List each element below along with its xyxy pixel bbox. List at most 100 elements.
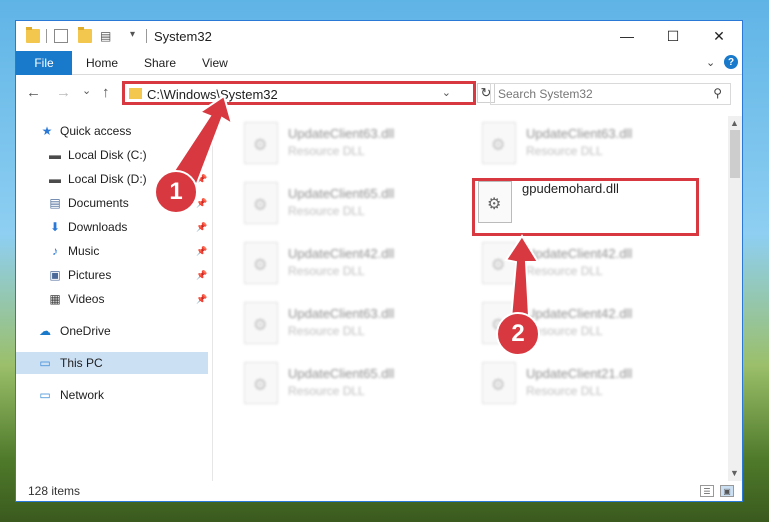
pin-icon[interactable]: 📌 <box>196 270 207 281</box>
sidebar-item-network[interactable]: ▭ Network <box>16 384 208 406</box>
maximize-button[interactable]: ☐ <box>650 21 696 51</box>
forward-button[interactable]: → <box>56 84 71 101</box>
sidebar-item-label: Music <box>68 244 100 258</box>
tab-file[interactable]: File <box>16 51 72 75</box>
file-name: UpdateClient65.dll <box>288 186 395 201</box>
step-1-badge: 1 <box>154 170 198 214</box>
sidebar-item-pictures[interactable]: ▣ Pictures 📌 <box>16 264 208 286</box>
folder-icon <box>129 88 142 99</box>
tab-view[interactable]: View <box>202 51 228 75</box>
sidebar-item-label: OneDrive <box>60 324 111 338</box>
cloud-icon: ☁ <box>39 324 51 338</box>
pin-icon[interactable]: 📌 <box>196 150 207 161</box>
sidebar-item-label: Local Disk (D:) <box>68 172 147 186</box>
file-name: UpdateClient63.dll <box>526 126 633 141</box>
sidebar-item-videos[interactable]: ▦ Videos 📌 <box>16 288 208 310</box>
sidebar-item-label: Downloads <box>68 220 128 234</box>
sidebar-item-music[interactable]: ♪ Music 📌 <box>16 240 208 262</box>
pin-icon[interactable]: 📌 <box>196 294 207 305</box>
file-type: Resource DLL <box>288 264 365 278</box>
dll-file-icon <box>244 122 278 164</box>
dll-file-icon <box>244 302 278 344</box>
computer-icon: ▭ <box>39 356 51 370</box>
sidebar-item-label: Quick access <box>60 124 132 138</box>
file-type: Resource DLL <box>526 144 603 158</box>
list-item[interactable]: UpdateClient42.dll Resource DLL <box>236 238 466 288</box>
scroll-up-arrow-icon[interactable]: ▲ <box>730 118 739 128</box>
dll-file-icon <box>244 182 278 224</box>
file-name: UpdateClient42.dll <box>526 246 633 261</box>
back-button[interactable]: ← <box>26 84 41 101</box>
list-item[interactable]: UpdateClient63.dll Resource DLL <box>474 118 704 168</box>
chevron-down-icon[interactable]: ▾ <box>130 29 144 43</box>
new-folder-icon[interactable] <box>78 27 92 43</box>
pin-icon[interactable]: 📌 <box>196 174 207 185</box>
list-item[interactable]: UpdateClient65.dll Resource DLL <box>236 178 466 228</box>
chevron-down-icon[interactable]: ⌄ <box>442 86 451 99</box>
file-name: UpdateClient42.dll <box>288 246 395 261</box>
minimize-button[interactable]: — <box>604 21 650 51</box>
dll-file-icon <box>244 362 278 404</box>
details-view-icon[interactable]: ☰ <box>700 485 714 497</box>
item-count: 128 items <box>28 484 81 498</box>
navigation-bar: ← → ⌄ ↑ C:\Windows\System32 ⌄ ↻ Search S… <box>16 76 742 110</box>
file-type: Resource DLL <box>288 384 365 398</box>
pin-icon[interactable]: 📌 <box>196 222 207 233</box>
tab-share[interactable]: Share <box>144 51 176 75</box>
sidebar-item-label: Videos <box>68 292 105 306</box>
up-button[interactable]: ↑ <box>102 84 110 101</box>
network-icon: ▭ <box>39 388 51 402</box>
tab-home[interactable]: Home <box>86 51 118 75</box>
sidebar-item-quick-access[interactable]: ★ Quick access <box>16 120 208 142</box>
vertical-scrollbar[interactable]: ▲ ▼ <box>728 116 742 481</box>
star-icon: ★ <box>41 124 53 138</box>
sidebar-item-onedrive[interactable]: ☁ OneDrive <box>16 320 208 342</box>
file-type: Resource DLL <box>526 384 603 398</box>
sidebar-item-label: Network <box>60 388 105 402</box>
dll-file-icon <box>478 181 512 223</box>
sidebar-item-downloads[interactable]: ⬇ Downloads 📌 <box>16 216 208 238</box>
divider <box>146 29 147 43</box>
sidebar-item-this-pc[interactable]: ▭ This PC <box>16 352 208 374</box>
disk-icon: ▬ <box>49 148 61 162</box>
status-bar: 128 items ☰ ▣ <box>16 481 742 503</box>
search-icon[interactable]: ⚲ <box>713 86 722 100</box>
dll-file-icon <box>482 122 516 164</box>
step-2-badge: 2 <box>496 312 540 356</box>
search-input[interactable]: Search System32 <box>498 87 593 101</box>
ribbon: File Home Share View ⌄ ? <box>16 51 742 75</box>
pin-icon[interactable]: 📌 <box>196 246 207 257</box>
recent-locations-button[interactable]: ⌄ <box>82 84 91 97</box>
sidebar-item-label: This PC <box>60 356 103 370</box>
file-type: Resource DLL <box>288 144 365 158</box>
properties-icon[interactable] <box>54 29 68 43</box>
list-item[interactable]: UpdateClient42.dll Resource DLL <box>474 238 704 288</box>
customize-toolbar-icon[interactable]: ▤ <box>100 29 114 43</box>
scroll-down-arrow-icon[interactable]: ▼ <box>730 468 739 478</box>
large-icons-view-icon[interactable]: ▣ <box>720 485 734 497</box>
file-type: Resource DLL <box>288 204 365 218</box>
expand-ribbon-icon[interactable]: ⌄ <box>706 56 715 69</box>
list-item[interactable]: UpdateClient21.dll Resource DLL <box>474 358 704 408</box>
address-bar[interactable]: C:\Windows\System32 ⌄ <box>122 81 476 105</box>
highlighted-file[interactable]: gpudemohard.dll <box>478 181 688 231</box>
search-box[interactable]: Search System32 ⚲ <box>490 83 731 105</box>
scroll-thumb[interactable] <box>730 130 740 178</box>
pin-icon[interactable]: 📌 <box>196 198 207 209</box>
file-name: UpdateClient21.dll <box>526 366 633 381</box>
help-icon[interactable]: ? <box>724 55 738 69</box>
list-item[interactable]: UpdateClient63.dll Resource DLL <box>236 298 466 348</box>
pane-divider[interactable] <box>212 116 213 481</box>
music-icon: ♪ <box>52 244 58 258</box>
sidebar-item-label: Documents <box>68 196 129 210</box>
list-item[interactable]: UpdateClient63.dll Resource DLL <box>236 118 466 168</box>
dll-file-icon <box>482 362 516 404</box>
folder-icon[interactable] <box>26 27 40 43</box>
sidebar-item-local-disk-c[interactable]: ▬ Local Disk (C:) 📌 <box>16 144 208 166</box>
file-name: UpdateClient63.dll <box>288 306 395 321</box>
close-button[interactable]: ✕ <box>696 21 742 51</box>
address-path[interactable]: C:\Windows\System32 <box>147 87 278 102</box>
list-item[interactable]: UpdateClient65.dll Resource DLL <box>236 358 466 408</box>
file-name: UpdateClient42.dll <box>526 306 633 321</box>
file-name: UpdateClient65.dll <box>288 366 395 381</box>
